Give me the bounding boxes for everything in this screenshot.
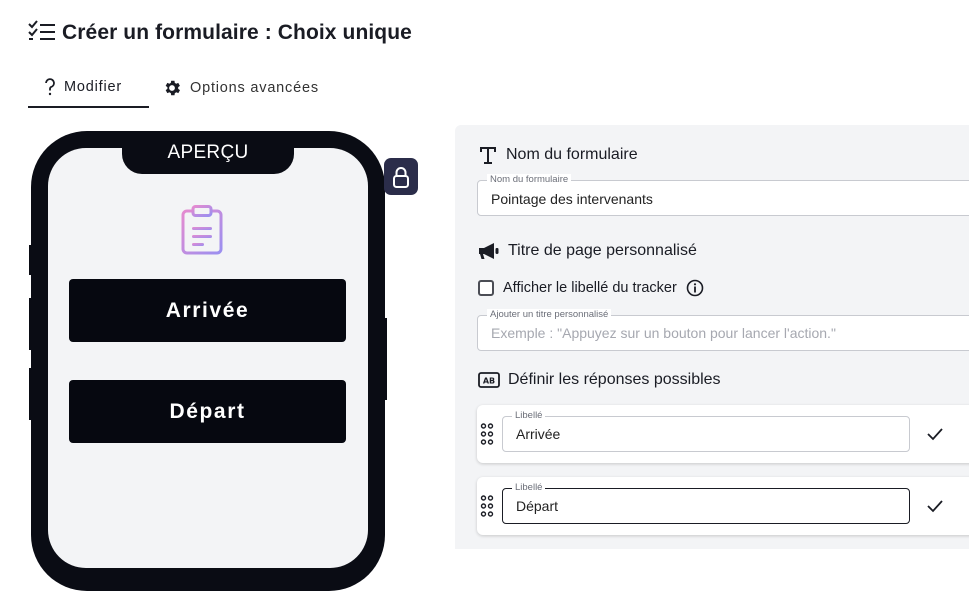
tab-modifier[interactable]: Modifier [44, 78, 122, 96]
drag-handle-icon[interactable] [480, 423, 494, 445]
preview-label: APERÇU [167, 142, 249, 163]
section-heading-text: Nom du formulaire [506, 146, 638, 163]
question-icon [45, 78, 55, 96]
tab-label: Options avancées [190, 80, 319, 96]
show-tracker-label-checkbox[interactable]: Afficher le libellé du tracker [478, 279, 704, 297]
checklist-icon [28, 20, 55, 40]
answer-label-field[interactable]: Libellé Arrivée [502, 410, 910, 452]
tab-options-avancees[interactable]: Options avancées [162, 78, 319, 98]
section-heading-text: Définir les réponses possibles [508, 371, 721, 388]
field-label: Libellé [512, 410, 546, 422]
checkbox-label: Afficher le libellé du tracker [503, 280, 677, 296]
field-label: Ajouter un titre personnalisé [487, 309, 612, 321]
svg-text:AB: AB [483, 377, 495, 386]
text-t-icon [480, 147, 496, 164]
field-value: Départ [516, 498, 559, 514]
check-icon[interactable] [926, 498, 944, 514]
section-heading-nom: Nom du formulaire [478, 145, 638, 165]
field-placeholder: Exemple : "Appuyez sur un bouton pour la… [491, 325, 836, 341]
lock-button[interactable] [384, 158, 418, 195]
section-heading-reponses: AB Définir les réponses possibles [478, 371, 721, 389]
field-value: Arrivée [516, 426, 561, 442]
active-tab-indicator [28, 106, 149, 108]
preview-choice-button[interactable]: Départ [69, 380, 346, 443]
gear-icon [165, 80, 180, 96]
section-heading-titre: Titre de page personnalisé [478, 241, 697, 261]
lock-icon [393, 166, 409, 188]
field-value: Pointage des intervenants [491, 191, 653, 207]
drag-handle-icon[interactable] [480, 495, 494, 517]
section-heading-text: Titre de page personnalisé [508, 242, 697, 259]
form-name-field[interactable]: Nom du formulaire Pointage des intervena… [477, 174, 969, 216]
ab-icon: AB [478, 372, 500, 388]
preview-choice-button[interactable]: Arrivée [69, 279, 346, 342]
answer-label-field[interactable]: Libellé Départ [502, 482, 910, 524]
page-title: Créer un formulaire : Choix unique [62, 21, 412, 44]
field-label: Nom du formulaire [487, 174, 572, 186]
field-label: Libellé [512, 482, 546, 494]
checkbox-box[interactable] [478, 280, 494, 296]
megaphone-icon [479, 243, 499, 259]
clipboard-icon [181, 205, 223, 255]
custom-title-field[interactable]: Ajouter un titre personnalisé Exemple : … [477, 309, 969, 351]
check-icon[interactable] [926, 426, 944, 442]
info-icon[interactable] [686, 279, 704, 297]
tab-label: Modifier [64, 79, 122, 95]
